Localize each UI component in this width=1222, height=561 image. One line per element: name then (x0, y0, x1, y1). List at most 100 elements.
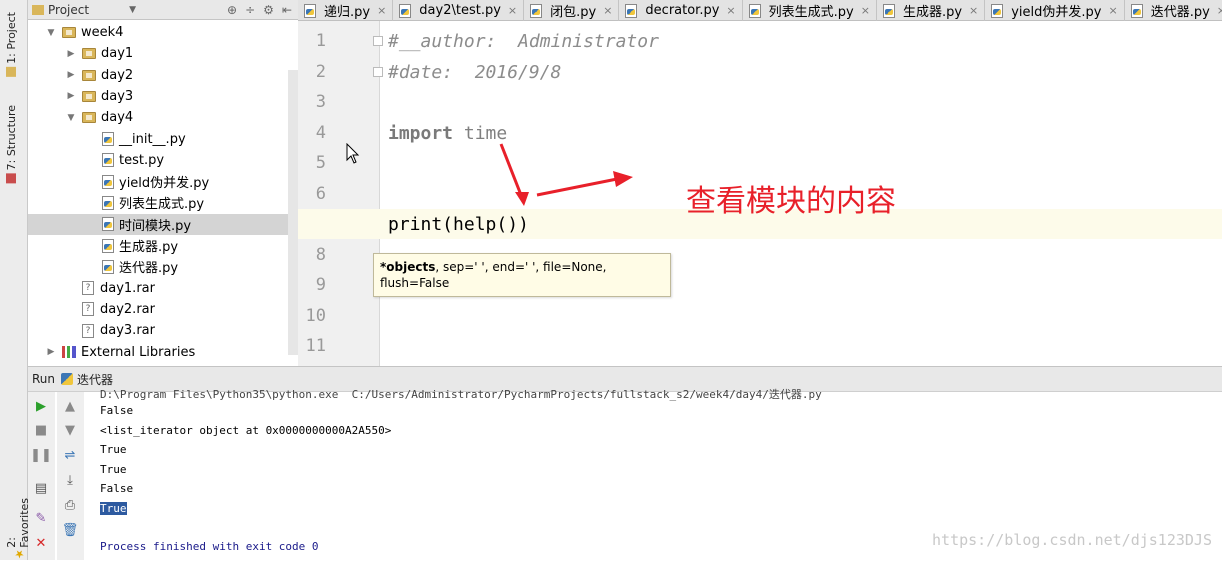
close-tab-icon[interactable]: × (603, 4, 612, 17)
editor-tab[interactable]: day2\test.py × (393, 0, 525, 21)
project-scrollbar[interactable] (288, 70, 298, 355)
tree-item[interactable]: ▶ day2 (28, 65, 298, 86)
tree-item[interactable]: ? day1.rar (28, 278, 298, 299)
restore-layout-icon[interactable]: ▤ (33, 480, 49, 496)
editor-tab[interactable]: 迭代器.py × (1125, 0, 1222, 21)
trash-icon[interactable]: 🗑 (62, 522, 79, 538)
scroll-to-end-icon[interactable]: ⤓ (62, 472, 78, 488)
tree-item[interactable]: test.py (28, 150, 298, 171)
chevron-down-icon[interactable]: ▼ (66, 113, 76, 123)
tree-item[interactable]: 迭代器.py (28, 256, 298, 277)
print-icon[interactable]: ⎙ (62, 497, 78, 513)
soft-wrap-icon[interactable]: ⇌ (62, 447, 78, 463)
tree-item-label: 生成器.py (119, 240, 179, 255)
editor-tab-label: decrator.py (645, 3, 720, 18)
editor-tab[interactable]: 生成器.py × (877, 0, 986, 21)
close-icon[interactable]: ✕ (33, 535, 49, 551)
tree-item[interactable]: ▼ day4 (28, 107, 298, 128)
tree-item-label: day1.rar (100, 280, 155, 296)
rerun-icon[interactable]: ▶ (33, 398, 49, 414)
tree-item[interactable]: ▶ day1 (28, 43, 298, 64)
editor-tab-label: 迭代器.py (1150, 5, 1210, 20)
fold-marker[interactable] (373, 36, 383, 46)
close-tab-icon[interactable]: × (726, 4, 735, 17)
line-number: 10 (305, 305, 326, 326)
project-panel: Project ▼ ⊕ ÷ ⚙ ⇤ ▼ week4 ▶ day1 ▶ day2 ▶ day3 ▼… (28, 0, 298, 366)
parameter-info-popup: *objects, sep=' ', end=' ', file=None, f… (373, 253, 671, 297)
chevron-down-icon[interactable]: ▼ (129, 5, 136, 15)
tree-item-label: 时间模块.py (119, 218, 192, 234)
tree-item[interactable]: ? day2.rar (28, 299, 298, 320)
project-tool-tab[interactable]: 1: Project (5, 12, 18, 77)
annotation-arrows (499, 143, 633, 206)
tree-item[interactable]: yield伪并发.py (28, 171, 298, 192)
tree-item-label: day3 (101, 88, 134, 104)
python-file-icon (748, 3, 761, 18)
hide-panel-icon[interactable]: ⇤ (282, 3, 292, 17)
tree-item[interactable]: ▶ External Libraries (28, 342, 298, 363)
tree-item[interactable]: ▼ week4 (28, 22, 298, 43)
tree-item[interactable]: ▶ day3 (28, 86, 298, 107)
line-number: 8 (315, 244, 326, 265)
console-output-line: <list_iterator object at 0x0000000000A2A… (100, 423, 392, 437)
folder-icon (82, 90, 96, 102)
chevron-right-icon[interactable]: ▶ (66, 91, 76, 101)
chevron-right-icon[interactable]: ▶ (66, 70, 76, 80)
line-number: 11 (305, 336, 326, 356)
tree-item[interactable]: 列表生成式.py (28, 192, 298, 213)
editor-tab[interactable]: 列表生成式.py × (743, 0, 877, 21)
structure-tool-tab-label: 7: Structure (5, 105, 18, 171)
project-view-selector[interactable]: Project (48, 3, 89, 17)
pin-icon[interactable]: ✎ (33, 510, 49, 526)
editor-tab[interactable]: 递归.py × (298, 0, 394, 21)
pause-icon[interactable]: ❚❚ (30, 447, 52, 463)
chevron-right-icon[interactable]: ▶ (66, 49, 76, 59)
line-number: 1 (315, 31, 326, 51)
close-tab-icon[interactable]: × (969, 4, 978, 17)
run-config-name[interactable]: 迭代器 (77, 371, 113, 388)
collapse-icon[interactable]: ÷ (245, 3, 255, 17)
fold-marker[interactable] (373, 67, 383, 77)
close-tab-icon[interactable]: × (1108, 4, 1117, 17)
python-file-icon (102, 259, 114, 274)
tree-item[interactable]: __init__.py (28, 129, 298, 150)
console-output-line: False (100, 482, 134, 495)
annotation-text: 查看模块的内容 (686, 184, 896, 219)
console-output-line: True (100, 443, 127, 456)
down-arrow-icon[interactable]: ▼ (62, 422, 78, 438)
gear-icon[interactable]: ⚙ (263, 3, 274, 17)
close-tab-icon[interactable]: × (1217, 4, 1222, 17)
code-line-2: #date: 2016/9/8 (388, 62, 562, 83)
editor-tab-label: 闭包.py (550, 5, 597, 20)
structure-tool-tab[interactable]: 7: Structure (5, 105, 18, 184)
chevron-right-icon[interactable]: ▶ (46, 347, 56, 357)
console-output-line: False (100, 404, 134, 417)
tree-item-label: day3.rar (100, 323, 155, 339)
close-tab-icon[interactable]: × (861, 4, 870, 17)
structure-icon (6, 173, 17, 184)
editor-tab[interactable]: yield伪并发.py × (985, 0, 1125, 21)
watermark: https://blog.csdn.net/djs123DJS (932, 531, 1212, 549)
folder-icon (62, 27, 76, 38)
sync-icon[interactable]: ⊕ (227, 3, 237, 17)
chevron-down-icon[interactable]: ▼ (46, 28, 56, 38)
console-output-line: True (100, 462, 127, 476)
python-file-icon (102, 132, 114, 146)
tree-item[interactable]: 生成器.py (28, 235, 298, 256)
stop-icon[interactable]: ■ (33, 422, 49, 438)
python-file-icon (1130, 3, 1143, 18)
close-tab-icon[interactable]: × (508, 4, 517, 17)
editor-tab[interactable]: 闭包.py × (524, 0, 620, 21)
tree-item[interactable]: ? day3.rar (28, 320, 298, 341)
python-file-icon (304, 3, 316, 18)
tree-item-label: yield伪并发.py (119, 176, 210, 192)
tree-item[interactable]: 时间模块.py (28, 213, 298, 235)
folder-icon (82, 112, 96, 124)
code-line-7: print(help()) (388, 214, 529, 235)
close-tab-icon[interactable]: × (377, 4, 386, 17)
editor-tab[interactable]: decrator.py × (619, 0, 743, 21)
run-label[interactable]: Run (32, 372, 55, 386)
up-arrow-icon[interactable]: ▲ (62, 398, 78, 414)
line-number: 3 (315, 92, 326, 112)
unknown-file-icon: ? (82, 281, 94, 296)
